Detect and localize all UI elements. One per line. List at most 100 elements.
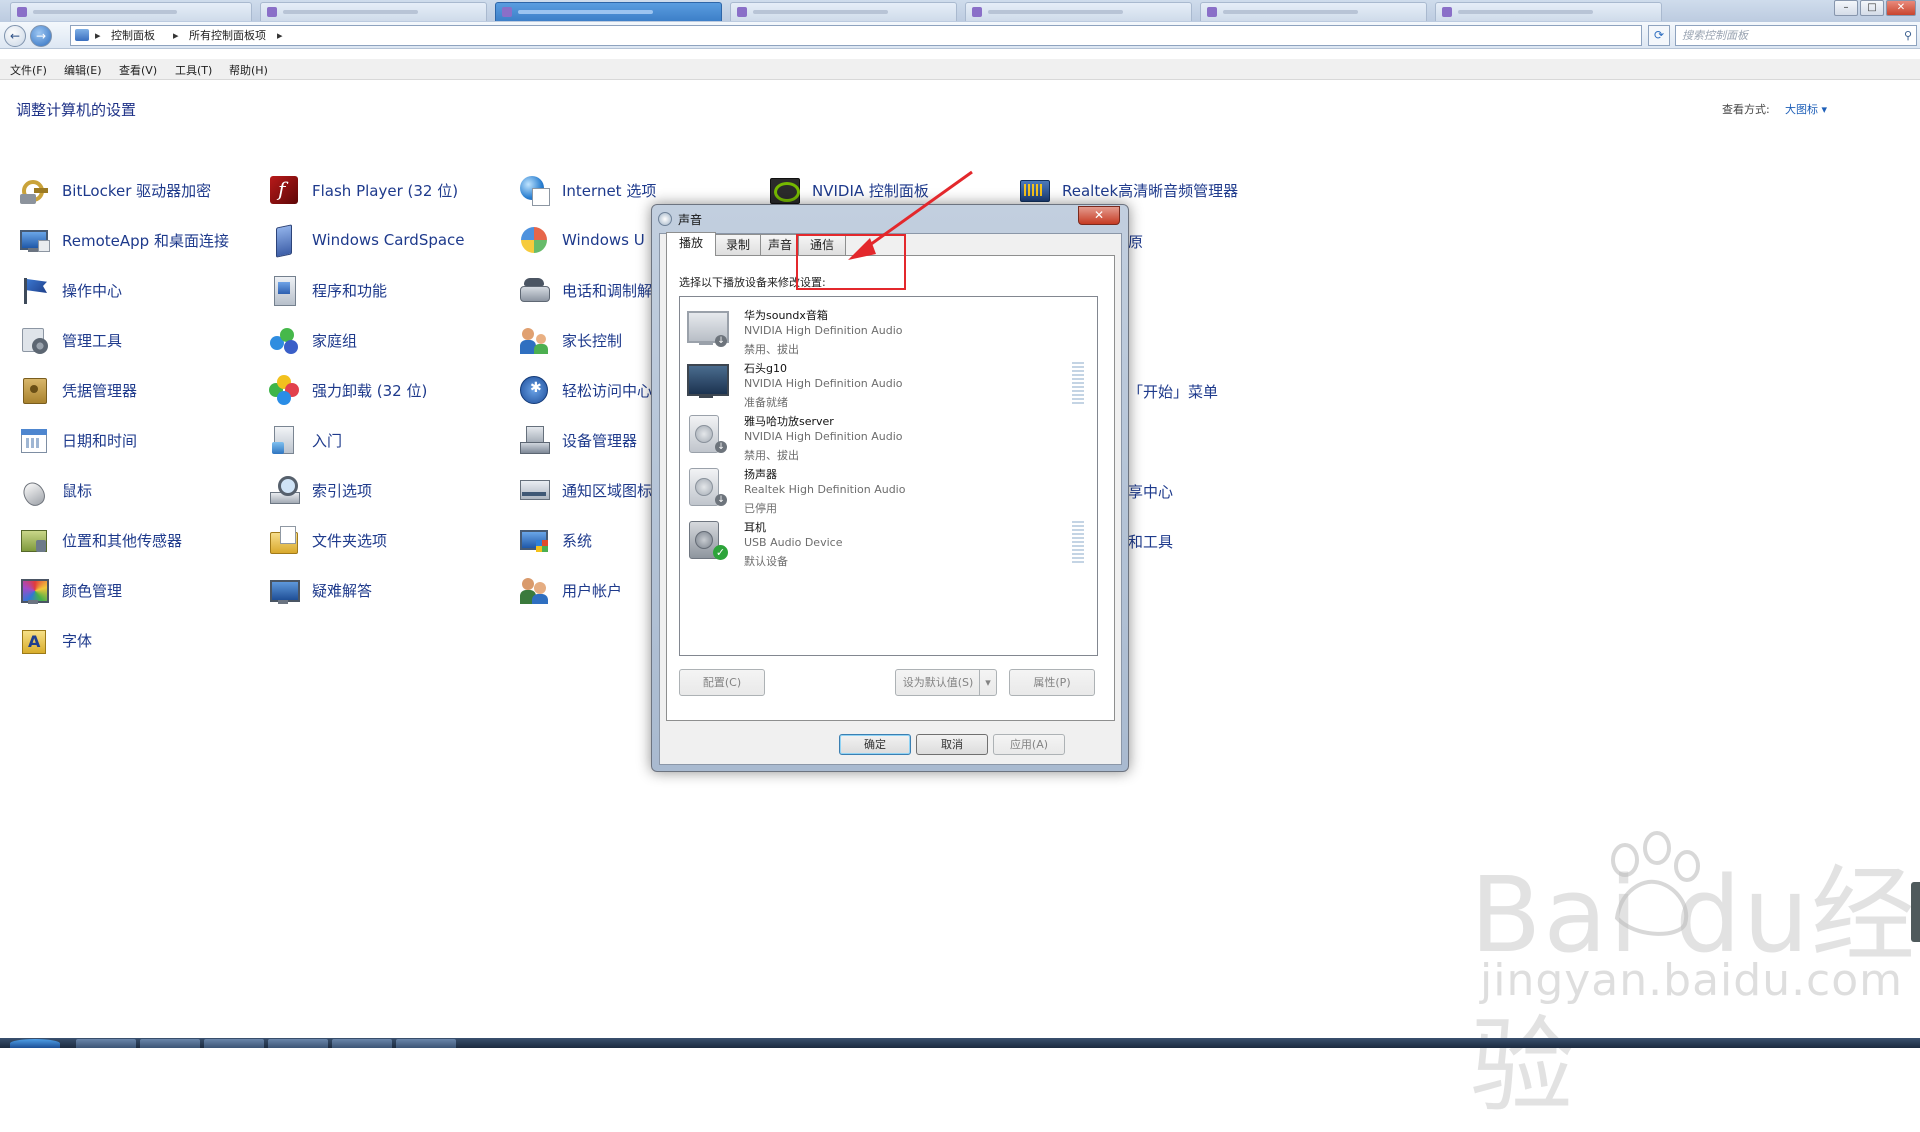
cp-item-folder-options[interactable]: 文件夹选项 bbox=[268, 523, 387, 557]
browser-tab[interactable] bbox=[730, 2, 957, 21]
cp-partial-label[interactable]: 原 bbox=[1128, 231, 1143, 252]
cp-item-bitlocker[interactable]: BitLocker 驱动器加密 bbox=[18, 173, 211, 207]
breadcrumb-control-panel[interactable]: 控制面板 bbox=[111, 26, 155, 45]
cp-item-realtek[interactable]: Realtek高清晰音频管理器 bbox=[1018, 173, 1238, 207]
folder-options-icon bbox=[268, 524, 300, 556]
set-default-dropdown[interactable]: ▾ bbox=[979, 669, 997, 696]
cp-item-cardspace[interactable]: Windows CardSpace bbox=[268, 223, 465, 258]
search-icon[interactable]: ⚲ bbox=[1904, 26, 1912, 45]
side-scroll-handle[interactable] bbox=[1911, 882, 1920, 942]
chevron-down-icon: ▾ bbox=[985, 676, 991, 689]
address-row: ← → ▸ 控制面板 ▸ 所有控制面板项 ▸ ⟳ 搜索控制面板 ⚲ bbox=[0, 22, 1920, 49]
device-item[interactable]: ✓ 耳机 USB Audio Device 默认设备 bbox=[680, 509, 1097, 574]
tab-recording[interactable]: 录制 bbox=[714, 234, 762, 255]
menu-view[interactable]: 查看(V) bbox=[119, 62, 157, 78]
browser-tab[interactable] bbox=[10, 2, 252, 21]
menu-help[interactable]: 帮助(H) bbox=[229, 62, 268, 78]
dialog-close-button[interactable]: ✕ bbox=[1078, 206, 1120, 225]
menu-file[interactable]: 文件(F) bbox=[10, 62, 47, 78]
start-button[interactable] bbox=[10, 1039, 60, 1048]
window-close-button[interactable]: ✕ bbox=[1886, 0, 1916, 16]
menu-tools[interactable]: 工具(T) bbox=[175, 62, 212, 78]
cp-item-notification-icons[interactable]: 通知区域图标 bbox=[518, 473, 652, 507]
cp-item-windows-update[interactable]: Windows U bbox=[518, 223, 645, 257]
cp-item-location-sensors[interactable]: 位置和其他传感器 bbox=[18, 523, 182, 557]
cp-item-getting-started[interactable]: 入门 bbox=[268, 423, 342, 457]
cp-item-homegroup[interactable]: 家庭组 bbox=[268, 323, 357, 357]
back-button[interactable]: ← bbox=[4, 25, 26, 47]
configure-button[interactable]: 配置(C) bbox=[679, 669, 765, 696]
programs-icon bbox=[268, 274, 300, 306]
cp-label: 凭据管理器 bbox=[62, 381, 138, 400]
cp-item-indexing[interactable]: 索引选项 bbox=[268, 473, 372, 507]
address-bar[interactable]: ▸ 控制面板 ▸ 所有控制面板项 ▸ bbox=[70, 25, 1642, 46]
browser-tab[interactable] bbox=[495, 2, 722, 21]
menu-edit[interactable]: 编辑(E) bbox=[64, 62, 102, 78]
cp-item-credential-manager[interactable]: 凭据管理器 bbox=[18, 373, 137, 407]
cp-item-phone-modem[interactable]: 电话和调制解 bbox=[518, 273, 652, 307]
maximize-button[interactable]: □ bbox=[1860, 0, 1884, 16]
mouse-icon bbox=[18, 474, 50, 510]
tab-title-placeholder bbox=[753, 10, 888, 14]
search-input[interactable]: 搜索控制面板 ⚲ bbox=[1675, 25, 1917, 46]
cp-item-mouse[interactable]: 鼠标 bbox=[18, 473, 92, 510]
baidu-watermark-url: jingyan.baidu.com bbox=[1480, 955, 1904, 1006]
browser-tab[interactable] bbox=[260, 2, 487, 21]
taskbar bbox=[0, 1038, 1920, 1048]
browser-tab[interactable] bbox=[965, 2, 1192, 21]
device-list[interactable]: ↓ 华为soundx音箱 NVIDIA High Definition Audi… bbox=[679, 296, 1098, 656]
breadcrumb-all-items[interactable]: 所有控制面板项 bbox=[189, 26, 266, 45]
cp-item-internet-options[interactable]: Internet 选项 bbox=[518, 173, 656, 207]
device-status: 默认设备 bbox=[744, 555, 788, 568]
cp-item-remoteapp[interactable]: RemoteApp 和桌面连接 bbox=[18, 223, 229, 257]
cp-item-admin-tools[interactable]: 管理工具 bbox=[18, 323, 122, 357]
cp-item-flash-player[interactable]: f Flash Player (32 位) bbox=[268, 173, 458, 207]
tab-playback[interactable]: 播放 bbox=[666, 232, 716, 256]
cancel-button[interactable]: 取消 bbox=[916, 734, 988, 755]
cp-item-user-accounts[interactable]: 用户帐户 bbox=[518, 573, 622, 607]
cp-item-action-center[interactable]: 操作中心 bbox=[18, 273, 122, 307]
cp-item-programs[interactable]: 程序和功能 bbox=[268, 273, 387, 307]
ok-button[interactable]: 确定 bbox=[839, 734, 911, 755]
taskbar-item[interactable] bbox=[268, 1039, 328, 1048]
cp-label: Flash Player (32 位) bbox=[312, 181, 459, 200]
credential-safe-icon bbox=[18, 374, 50, 406]
cp-label: 管理工具 bbox=[62, 331, 123, 350]
taskbar-item[interactable] bbox=[140, 1039, 200, 1048]
cp-item-system[interactable]: 系统 bbox=[518, 523, 592, 557]
taskbar-item[interactable] bbox=[332, 1039, 392, 1048]
properties-button[interactable]: 属性(P) bbox=[1009, 669, 1095, 696]
apply-button[interactable]: 应用(A) bbox=[993, 734, 1065, 755]
cp-item-uninstaller[interactable]: 强力卸载 (32 位) bbox=[268, 373, 427, 407]
tab-sounds[interactable]: 声音 bbox=[760, 234, 800, 255]
user-accounts-icon bbox=[518, 574, 550, 606]
cp-partial-label[interactable]: 「开始」菜单 bbox=[1128, 381, 1218, 402]
refresh-button[interactable]: ⟳ bbox=[1648, 25, 1670, 46]
cp-item-parental-controls[interactable]: 家长控制 bbox=[518, 323, 622, 357]
search-placeholder: 搜索控制面板 bbox=[1682, 29, 1748, 42]
browser-tab[interactable] bbox=[1435, 2, 1662, 21]
taskbar-item[interactable] bbox=[396, 1039, 456, 1048]
cp-item-fonts[interactable]: A 字体 bbox=[18, 623, 92, 657]
cp-item-ease-of-access[interactable]: ✱ 轻松访问中心 bbox=[518, 373, 652, 407]
browser-tab[interactable] bbox=[1200, 2, 1427, 21]
realtek-audio-icon bbox=[1018, 174, 1050, 206]
minimize-button[interactable]: – bbox=[1834, 0, 1858, 16]
forward-button[interactable]: → bbox=[30, 25, 52, 47]
cp-item-device-manager[interactable]: 设备管理器 bbox=[518, 423, 637, 457]
cp-item-troubleshooting[interactable]: 疑难解答 bbox=[268, 573, 372, 607]
device-name: 华为soundx音箱 bbox=[744, 309, 828, 322]
cp-item-date-time[interactable]: 日期和时间 bbox=[18, 423, 137, 457]
tab-title-placeholder bbox=[33, 10, 177, 14]
taskbar-item[interactable] bbox=[204, 1039, 264, 1048]
nvidia-icon bbox=[768, 174, 800, 206]
check-badge-icon: ✓ bbox=[713, 545, 728, 560]
taskbar-item[interactable] bbox=[76, 1039, 136, 1048]
view-mode-dropdown[interactable]: 大图标 ▾ bbox=[1785, 101, 1827, 117]
cp-partial-label[interactable]: 和工具 bbox=[1128, 531, 1173, 552]
set-default-button[interactable]: 设为默认值(S) bbox=[895, 669, 981, 696]
cp-partial-label[interactable]: 享中心 bbox=[1128, 481, 1173, 502]
cp-item-color-management[interactable]: 颜色管理 bbox=[18, 573, 122, 607]
remoteapp-icon bbox=[18, 224, 50, 256]
cp-label: RemoteApp 和桌面连接 bbox=[62, 231, 229, 250]
